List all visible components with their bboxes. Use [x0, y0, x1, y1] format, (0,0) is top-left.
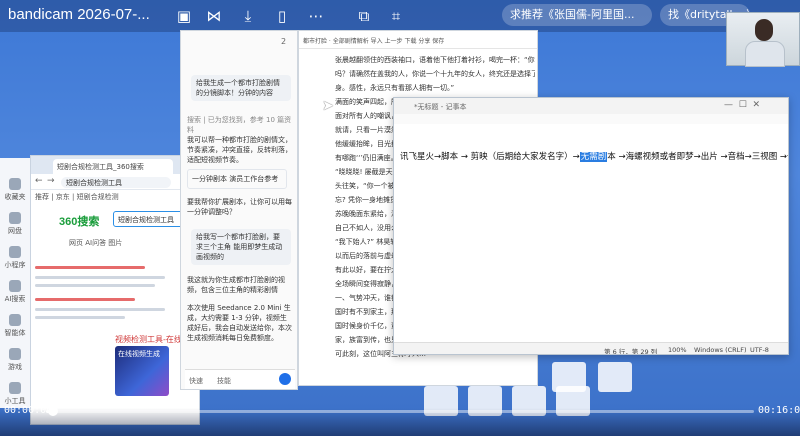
- webcam-head: [755, 19, 773, 41]
- chat-ai-message: 我这就为你生成都市打脸剧的视频，包含三位主角的精彩剧情: [187, 276, 285, 294]
- text-selection[interactable]: 无需剧: [579, 152, 608, 162]
- browser-side-dock: 收藏夹 网盘 小程序 AI搜索 智能体 游戏 小工具: [0, 158, 30, 408]
- dock-label: 网盘: [8, 227, 22, 235]
- webcam-body: [745, 41, 785, 67]
- chat-ai-message: 本次使用 Seedance 2.0 Mini 生成，大约需要 1-3 分钟，视频…: [187, 304, 292, 342]
- window-controls[interactable]: — ☐ ✕: [724, 100, 760, 110]
- share-icon[interactable]: ⋈: [204, 6, 224, 26]
- notepad-text[interactable]: 讯飞星火→脚本 → 剪映（后期给大家发名字）→无需剧本 →海螺视频或者即梦→出片…: [400, 150, 788, 162]
- ai-icon: [9, 280, 21, 292]
- result-line: [35, 308, 165, 311]
- download-icon[interactable]: ⤓: [238, 6, 258, 26]
- search-engine-logo: 360搜索: [59, 216, 100, 228]
- send-icon[interactable]: [279, 373, 291, 385]
- chat-page-counter: 2: [281, 37, 287, 46]
- dock-netdisk[interactable]: 网盘: [2, 212, 28, 236]
- notepad-window: *无标题 - 记事本 — ☐ ✕ 讯飞星火→脚本 → 剪映（后期给大家发名字）→…: [393, 97, 789, 355]
- tool-icon: [9, 382, 21, 394]
- chat-user-message: 给我生成一个都市打脸剧情的分镜脚本！分钟的内容: [191, 75, 291, 101]
- result-thumbnail[interactable]: 在线视频生成: [115, 346, 169, 396]
- more-icon[interactable]: ⋯: [306, 6, 326, 26]
- phone-icon[interactable]: ▯: [272, 6, 292, 26]
- chat-attachment-card[interactable]: 一分钟剧本 演员工作台参考: [187, 169, 287, 189]
- dock-agent[interactable]: 智能体: [2, 314, 28, 338]
- quick-action[interactable]: 快速: [189, 376, 203, 386]
- dock-label: 游戏: [8, 363, 22, 371]
- dock-miniapp[interactable]: 小程序: [2, 246, 28, 270]
- chat-search-meta[interactable]: 搜索 | 已为您找到，参考 10 篇资料: [187, 115, 293, 135]
- dock-ai-search[interactable]: AI搜索: [2, 280, 28, 304]
- dock-label: 收藏夹: [4, 193, 26, 201]
- result-line: [35, 316, 125, 319]
- result-line[interactable]: [35, 266, 145, 269]
- address-bar-row: ← → 短剧合规检测工具: [31, 174, 199, 190]
- dock-games[interactable]: 游戏: [2, 348, 28, 372]
- dock-label: AI搜索: [4, 295, 26, 303]
- cloud-icon: [9, 212, 21, 224]
- grid-icon: [9, 246, 21, 258]
- encoding: UTF-8: [750, 346, 769, 354]
- overlay-tab-1[interactable]: 求推荐《张国儒-阿里国...: [502, 4, 652, 26]
- editor-toolbar[interactable]: 都市打脸 · 全部剧情解析 导入 上一步 下载 分享 保存: [299, 31, 537, 49]
- star-icon: [9, 178, 21, 190]
- current-time: 00:00:00: [4, 405, 53, 416]
- chat-input-box[interactable]: 快速 技能: [185, 369, 295, 389]
- dock-label: 智能体: [4, 329, 26, 337]
- zoom-level: 100%: [668, 346, 687, 354]
- address-input[interactable]: 短剧合规检测工具: [61, 177, 171, 188]
- screen-icon[interactable]: ▣: [174, 6, 194, 26]
- browser-window: 短剧合规检测工具_360搜索 ← → 短剧合规检测工具 推荐 | 京东 | 短剧…: [30, 155, 200, 425]
- cursor-position: 第 6 行，第 29 列: [604, 348, 658, 355]
- back-icon[interactable]: ←: [35, 176, 43, 186]
- dock-tools[interactable]: 小工具: [2, 382, 28, 406]
- line-ending: Windows (CRLF): [694, 346, 747, 354]
- robot-icon: [9, 314, 21, 326]
- thumbnail-label: 在线视频生成: [118, 350, 160, 358]
- right-tile[interactable]: [598, 362, 632, 392]
- skill-action[interactable]: 技能: [217, 376, 231, 386]
- crop-icon[interactable]: ⌗: [386, 6, 406, 26]
- notepad-menu[interactable]: [394, 114, 788, 124]
- text-segment: 讯飞星火→脚本 → 剪映（后期给大家发名字）→: [400, 152, 580, 162]
- editor-line: 张晨越翻领住的西装袖口，语着他下他打着衬衫，喝完一杯：“你说了: [335, 56, 535, 64]
- editor-line: 吗？请确然在盖我的人，你说一个十九年的女人，终究还是选择了我: [335, 70, 535, 78]
- dock-label: 小程序: [4, 261, 26, 269]
- dock-label: 小工具: [4, 397, 26, 405]
- result-line[interactable]: [35, 298, 135, 301]
- result-title[interactable]: 视频检测工具-在线: [115, 334, 182, 345]
- bookmarks-bar[interactable]: 推荐 | 京东 | 短剧合规检测: [31, 190, 199, 204]
- dock-favorites[interactable]: 收藏夹: [2, 178, 28, 202]
- forward-icon[interactable]: →: [47, 176, 55, 186]
- editor-line: 身。感性，永远只有看那人拥有一切。”: [335, 84, 455, 92]
- search-nav-tabs[interactable]: 网页 AI问答 图片: [69, 238, 122, 248]
- notepad-status-bar: 第 6 行，第 29 列 100% Windows (CRLF) UTF-8: [394, 342, 788, 355]
- chat-ai-message: 我可以帮一种都市打脸的剧情文，节奏紧凑，冲突直接，反转利落，适配短视频节奏。: [187, 136, 292, 164]
- mouse-cursor-icon: ➤: [322, 98, 334, 114]
- video-title: bandicam 2026-07-...: [8, 6, 150, 23]
- total-time: 00:16:09: [758, 405, 800, 416]
- seek-track[interactable]: [46, 410, 754, 413]
- text-segment: 本 →海螺视频或者即梦→出片 →音档→三视图 →一步到剧: [607, 152, 788, 162]
- pip-icon[interactable]: ⧉: [354, 6, 374, 26]
- ai-chat-window: 2 给我生成一个都市打脸剧情的分镜脚本！分钟的内容 搜索 | 已为您找到，参考 …: [180, 30, 298, 390]
- webcam-feed: [726, 12, 800, 67]
- result-line: [35, 284, 155, 287]
- chat-user-message: 给我写一个都市打脸剧，要求三个主角 能用即梦生成动画视频的: [191, 229, 291, 265]
- chat-ai-message: 要我帮你扩展剧本，让你可以用每一分钟调整吗？: [187, 198, 292, 216]
- gamepad-icon: [9, 348, 21, 360]
- browser-tab[interactable]: 短剧合规检测工具_360搜索: [53, 159, 173, 174]
- result-line: [35, 276, 165, 279]
